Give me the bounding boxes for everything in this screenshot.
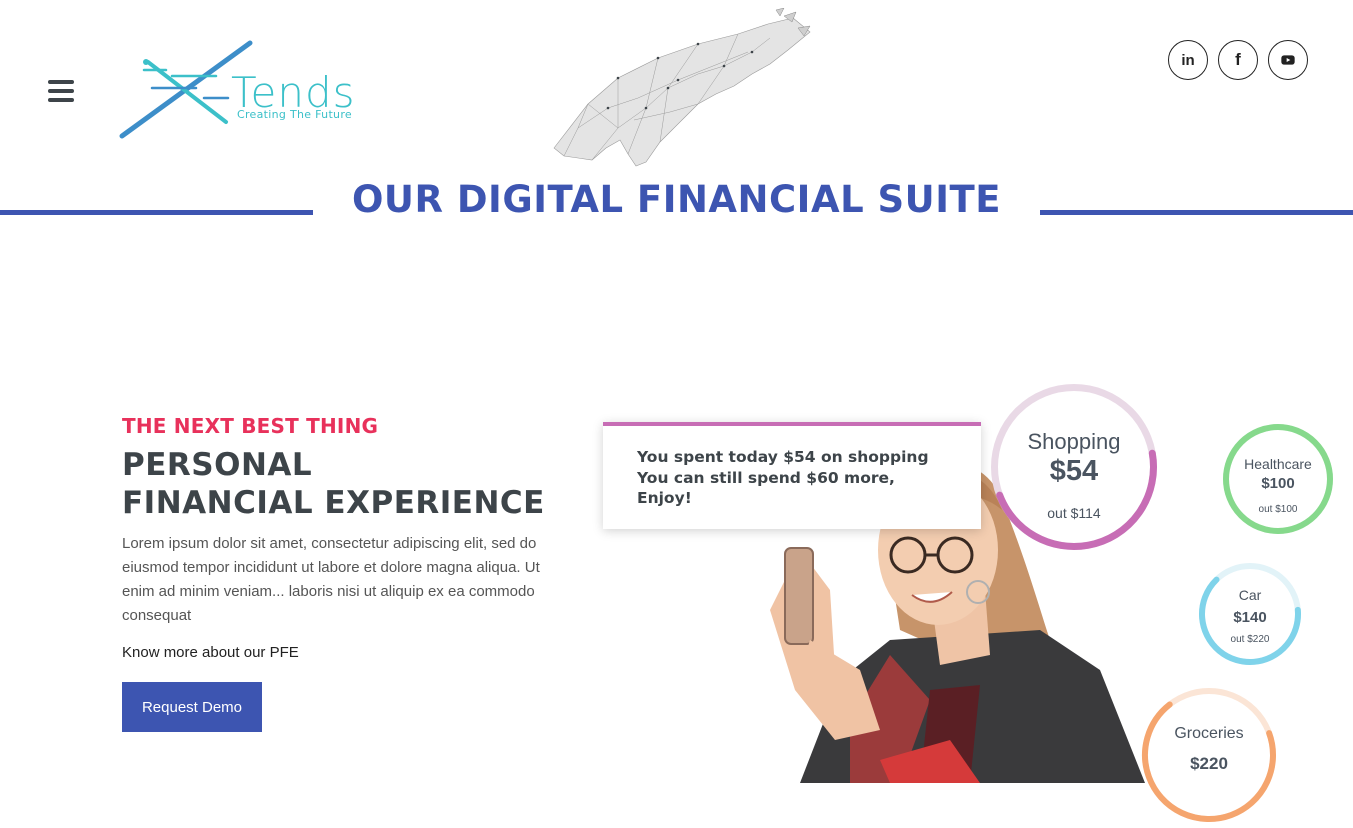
car-label: Car <box>1238 587 1262 603</box>
car-amount: $140 <box>1233 609 1267 626</box>
youtube-glyph-icon <box>1281 55 1295 65</box>
car-budget-ring: Car $140 out $220 <box>1198 562 1302 666</box>
shopping-amount: $54 <box>1049 455 1099 487</box>
hero-description: Lorem ipsum dolor sit amet, consectetur … <box>122 535 540 624</box>
headline-line-2: FINANCIAL EXPERIENCE <box>122 485 545 521</box>
notification-line-1: You spent today $54 on shopping <box>637 448 929 466</box>
eyebrow-text: THE NEXT BEST THING <box>122 414 379 438</box>
youtube-icon[interactable] <box>1268 40 1308 80</box>
section-title: OUR DIGITAL FINANCIAL SUITE <box>351 178 1002 221</box>
logo[interactable]: Tends Creating The Future <box>118 38 358 143</box>
shopping-limit: out $114 <box>1047 505 1101 521</box>
headline-line-1: PERSONAL <box>122 447 313 483</box>
groceries-label: Groceries <box>1174 725 1244 742</box>
groceries-amount: $220 <box>1190 754 1228 773</box>
facebook-icon[interactable]: f <box>1218 40 1258 80</box>
groceries-budget-ring: Groceries $220 <box>1141 687 1277 823</box>
notification-line-3: Enjoy! <box>637 489 692 507</box>
shopping-label: Shopping <box>1027 429 1121 454</box>
polygon-hand-illustration <box>553 8 811 167</box>
know-more-link[interactable]: Know more about our PFE <box>122 644 299 661</box>
request-demo-button[interactable]: Request Demo <box>122 682 262 732</box>
healthcare-budget-ring: Healthcare $100 out $100 <box>1222 423 1334 535</box>
menu-icon[interactable] <box>48 80 74 104</box>
notification-line-2: You can still spend $60 more, <box>637 469 895 487</box>
shopping-budget-ring: Shopping $54 out $114 <box>990 383 1158 551</box>
hero-headline: PERSONAL FINANCIAL EXPERIENCE <box>122 446 545 522</box>
car-limit: out $220 <box>1230 634 1270 645</box>
healthcare-label: Healthcare <box>1244 456 1312 472</box>
healthcare-amount: $100 <box>1261 475 1295 492</box>
spending-notification-card: You spent today $54 on shopping You can … <box>603 422 981 529</box>
linkedin-icon[interactable]: in <box>1168 40 1208 80</box>
title-divider-right <box>1040 210 1353 215</box>
healthcare-limit: out $100 <box>1258 504 1298 515</box>
logo-tagline: Creating The Future <box>237 108 352 121</box>
title-divider-left <box>0 210 313 215</box>
